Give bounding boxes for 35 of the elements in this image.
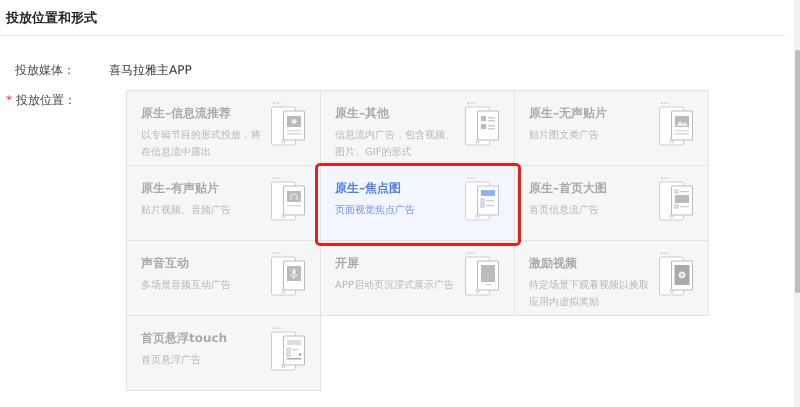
placement-option[interactable]: 开屏 APP启动页沉浸式展示广告	[321, 241, 515, 316]
field-label: 投放媒体：	[15, 63, 75, 77]
option-title: 首页悬浮touch	[141, 330, 228, 346]
required-mark: *	[6, 93, 12, 107]
option-title: 激励视频	[529, 255, 578, 271]
placement-option[interactable]: 首页悬浮touch 首页悬浮广告	[127, 316, 321, 391]
option-description: APP启动页沉浸式展示广告	[335, 278, 455, 293]
option-description: 多场景音频互动广告	[141, 278, 232, 293]
option-title: 原生–焦点图	[335, 180, 402, 196]
option-title: 开屏	[335, 255, 360, 271]
option-title: 原生–有声贴片	[141, 180, 220, 196]
field-label: 投放位置：	[16, 93, 76, 107]
placement-option[interactable]: 原生–焦点图 页面视觉焦点广告	[321, 166, 515, 241]
option-title: 声音互动	[141, 255, 190, 271]
placement-option[interactable]: 原生–首页大图 首页信息流广告	[515, 166, 709, 241]
placement-option[interactable]: 原生–信息流推荐 以专辑节目的形式投放，将在信息流中露出	[127, 91, 321, 166]
option-title: 原生–其他	[335, 105, 390, 121]
option-description: 以专辑节目的形式投放，将在信息流中露出	[141, 128, 262, 160]
option-title: 原生–信息流推荐	[141, 105, 232, 121]
field-value: 喜马拉雅主APP	[109, 62, 192, 79]
placement-option[interactable]: 激励视频 特定场景下观看视频以换取应用内虚拟奖励	[515, 241, 709, 316]
section-title: 投放位置和形式	[6, 11, 97, 26]
option-title: 原生–首页大图	[529, 180, 608, 196]
placement-option[interactable]: 原生–其他 信息流内广告，包含视频、图片、GIF的形式	[321, 91, 515, 166]
option-description: 特定场景下观看视频以换取应用内虚拟奖励	[529, 278, 650, 310]
option-description: 贴片视频、音频广告	[141, 204, 232, 218]
option-title: 原生–无声贴片	[529, 105, 608, 121]
placement-option[interactable]: 原生–无声贴片 贴片图文类广告	[515, 91, 709, 166]
option-description: 首页悬浮广告	[141, 354, 202, 368]
placement-option[interactable]: 声音互动 多场景音频互动广告	[127, 241, 321, 316]
option-description: 贴片图文类广告	[529, 128, 600, 143]
placement-option[interactable]: 原生–有声贴片 贴片视频、音频广告	[127, 166, 321, 241]
option-description: 首页信息流广告	[529, 204, 600, 218]
option-description: 页面视觉焦点广告	[335, 204, 416, 218]
option-description: 信息流内广告，包含视频、图片、GIF的形式	[335, 128, 456, 160]
